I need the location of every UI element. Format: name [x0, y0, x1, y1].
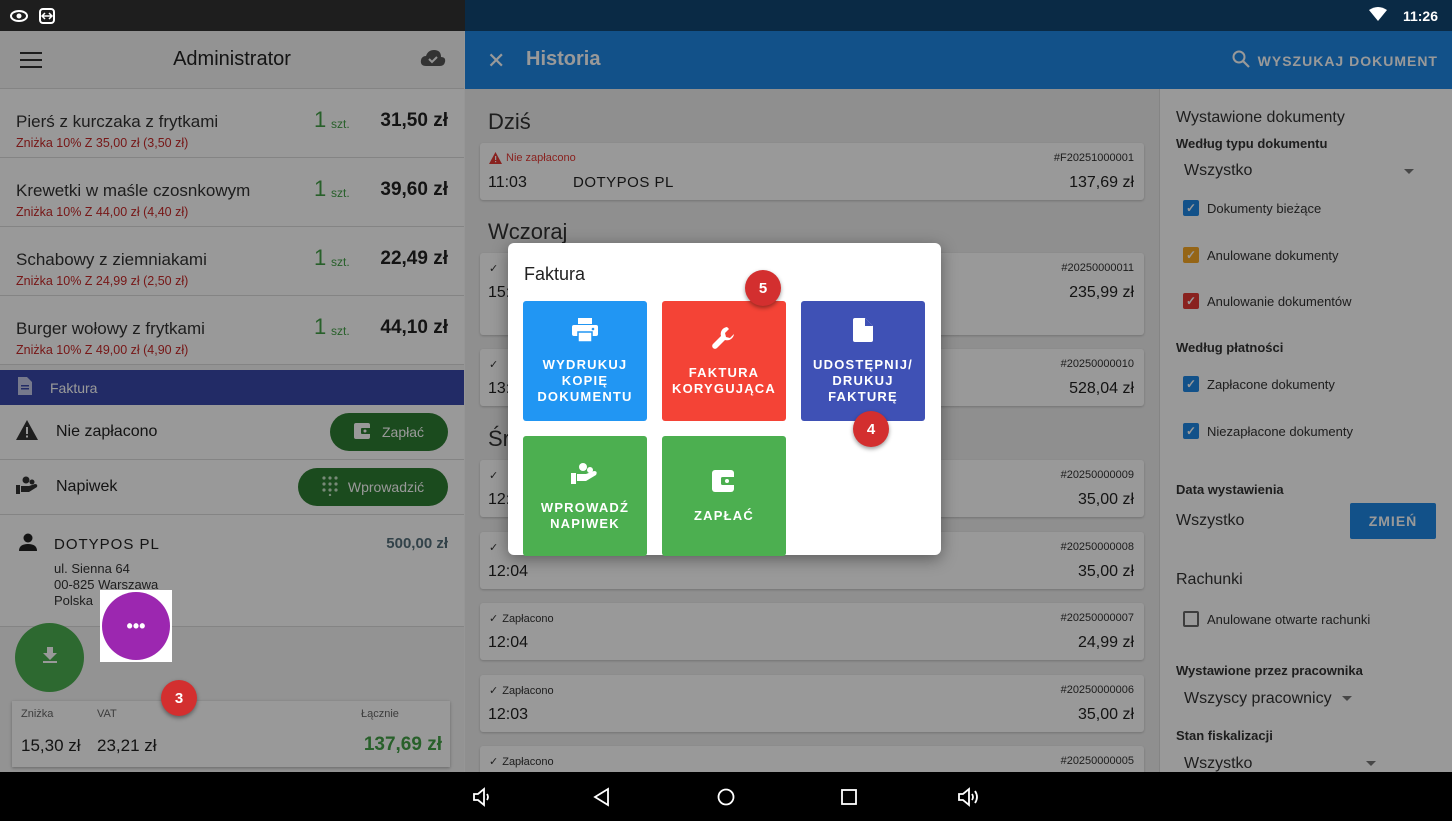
invoice-dialog: Faktura WYDRUKUJ KOPIĘ DOKUMENTU FAKTURA… — [508, 243, 941, 556]
more-options-fab[interactable]: ••• — [102, 592, 170, 660]
tip-hand-icon — [571, 460, 599, 486]
document-icon — [853, 317, 873, 343]
wallet-icon — [712, 468, 736, 494]
status-bar: 11:26 — [0, 0, 1452, 31]
eye-icon — [10, 9, 28, 23]
share-print-invoice-label: UDOSTĘPNIJ/ DRUKUJ FAKTURĘ — [813, 357, 913, 404]
correction-invoice-tile[interactable]: FAKTURA KORYGUJĄCA — [662, 301, 786, 421]
volume-down-icon[interactable] — [469, 784, 495, 810]
clock-text: 11:26 — [1402, 7, 1438, 24]
remote-control-icon — [38, 7, 56, 24]
back-icon[interactable] — [589, 784, 615, 810]
home-icon[interactable] — [713, 784, 739, 810]
volume-up-icon[interactable] — [956, 784, 982, 810]
print-copy-tile[interactable]: WYDRUKUJ KOPIĘ DOKUMENTU — [523, 301, 647, 421]
more-dots-icon: ••• — [126, 615, 146, 636]
enter-tip-tile[interactable]: WPROWADŹ NAPIWEK — [523, 436, 647, 556]
step-badge-4: 4 — [853, 411, 889, 447]
wrench-icon — [711, 325, 737, 351]
step-badge-3: 3 — [161, 680, 197, 716]
enter-tip-tile-label: WPROWADŹ NAPIWEK — [540, 500, 630, 531]
pay-tile[interactable]: ZAPŁAĆ — [662, 436, 786, 556]
recents-icon[interactable] — [836, 784, 862, 810]
correction-invoice-label: FAKTURA KORYGUJĄCA — [672, 365, 776, 396]
share-print-invoice-tile[interactable]: UDOSTĘPNIJ/ DRUKUJ FAKTURĘ — [801, 301, 925, 421]
pay-tile-label: ZAPŁAĆ — [694, 508, 754, 523]
status-bar-tint — [465, 0, 1452, 31]
more-fab-highlight: ••• — [100, 590, 172, 662]
wifi-icon — [1368, 7, 1387, 24]
dialog-title: Faktura — [524, 264, 586, 284]
step-badge-5: 5 — [745, 270, 781, 306]
printer-icon — [572, 317, 598, 343]
print-copy-label: WYDRUKUJ KOPIĘ DOKUMENTU — [537, 357, 633, 404]
system-nav-bar — [0, 772, 1452, 821]
